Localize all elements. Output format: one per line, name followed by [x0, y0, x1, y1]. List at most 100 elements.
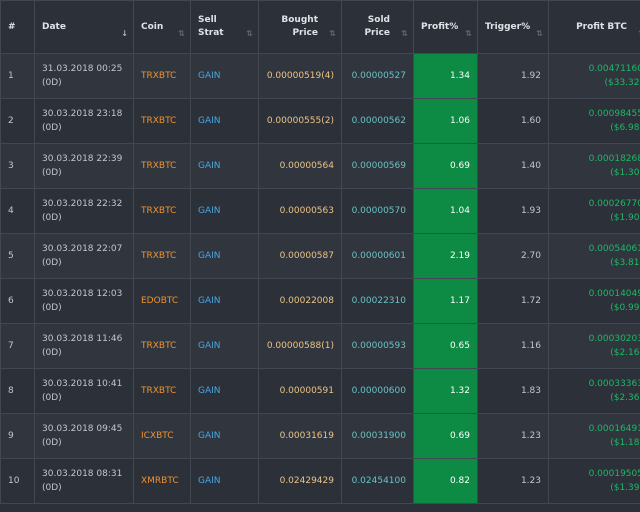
table-row[interactable]: 9 30.03.2018 09:45 (0D) ICXBTC GAIN 0.0003161… [0, 413, 640, 459]
sale-age: (0D) [42, 303, 62, 313]
cell-sell-strat: GAIN [190, 413, 259, 459]
sales-table-body: 1 31.03.2018 00:25 (0D) TRXBTC GAIN 0.0000051… [0, 53, 640, 504]
cell-sell-strat: GAIN [190, 458, 259, 504]
sale-date: 31.03.2018 00:25 [42, 64, 123, 74]
cell-bought-price: 0.00000588(1) [258, 323, 342, 369]
cell-bought-price: 0.00022008 [258, 278, 342, 324]
cell-coin: TRXBTC [133, 98, 191, 144]
cell-bought-price: 0.00000591 [258, 368, 342, 414]
profit-usd-value: ($33.32) [604, 78, 640, 88]
cell-sold-price: 0.00000570 [341, 188, 414, 234]
sort-icon[interactable]: ⇅ [536, 27, 543, 40]
profit-usd-value: ($1.39) [610, 483, 640, 493]
sort-desc-icon[interactable]: ↓ [121, 27, 128, 40]
column-header-profit-btc[interactable]: Profit BTC⇅ [548, 0, 640, 54]
cell-bought-price: 0.00000563 [258, 188, 342, 234]
cell-profit-btc: 0.00014049 ($0.99) [548, 278, 640, 324]
cell-sell-strat: GAIN [190, 233, 259, 279]
cell-bought-price: 0.00000564 [258, 143, 342, 189]
cell-num: 2 [0, 98, 35, 144]
cell-sold-price: 0.00022310 [341, 278, 414, 324]
sort-icon[interactable]: ⇅ [465, 27, 472, 40]
column-header-profit-pct[interactable]: Profit% ⇅ [413, 0, 478, 54]
table-row[interactable]: 5 30.03.2018 22:07 (0D) TRXBTC GAIN 0.0000058… [0, 233, 640, 279]
profit-btc-value: 0.00054061 [588, 244, 640, 254]
sale-date: 30.03.2018 22:32 [42, 199, 123, 209]
column-header-sell-strat[interactable]: Sell Strat ⇅ [190, 0, 259, 54]
cell-sell-strat: GAIN [190, 188, 259, 234]
cell-sold-price: 0.02454100 [341, 458, 414, 504]
cell-date: 30.03.2018 22:32 (0D) [34, 188, 134, 234]
cell-profit-btc: 0.00016491 ($1.18) [548, 413, 640, 459]
cell-coin: TRXBTC [133, 143, 191, 189]
cell-date: 30.03.2018 11:46 (0D) [34, 323, 134, 369]
sale-age: (0D) [42, 483, 62, 493]
profit-usd-value: ($1.90) [610, 213, 640, 223]
sale-date: 30.03.2018 11:46 [42, 334, 123, 344]
cell-profit-pct: 1.04 [413, 188, 478, 234]
table-row[interactable]: 2 30.03.2018 23:18 (0D) TRXBTC GAIN 0.0000055… [0, 98, 640, 144]
column-header-bought-price[interactable]: Bought Price ⇅ [258, 0, 342, 54]
cell-date: 30.03.2018 12:03 (0D) [34, 278, 134, 324]
profit-btc-value: 0.00026770 [588, 199, 640, 209]
profit-btc-value: 0.00014049 [588, 289, 640, 299]
sale-date: 30.03.2018 23:18 [42, 109, 123, 119]
profit-usd-value: ($2.16) [610, 348, 640, 358]
table-row[interactable]: 4 30.03.2018 22:32 (0D) TRXBTC GAIN 0.0000056… [0, 188, 640, 234]
sales-log-view: # Date ↓ Coin ⇅ Sell Strat ⇅ Bought Price ⇅ … [0, 0, 640, 512]
profit-usd-value: ($3.81) [610, 258, 640, 268]
cell-trigger-pct: 1.16 [477, 323, 549, 369]
sale-age: (0D) [42, 78, 62, 88]
sale-age: (0D) [42, 213, 62, 223]
cell-profit-btc: 0.00019505 ($1.39) [548, 458, 640, 504]
profit-btc-value: 0.00019505 [588, 469, 640, 479]
profit-btc-value: 0.00098455 [588, 109, 640, 119]
cell-num: 6 [0, 278, 35, 324]
column-header-num[interactable]: # [0, 0, 35, 54]
header-label: # [8, 21, 16, 32]
sort-icon[interactable]: ⇅ [401, 27, 408, 40]
cell-sell-strat: GAIN [190, 368, 259, 414]
column-header-trigger-pct[interactable]: Trigger% ⇅ [477, 0, 549, 54]
sort-icon[interactable]: ⇅ [246, 27, 253, 40]
cell-trigger-pct: 1.93 [477, 188, 549, 234]
table-header-row: # Date ↓ Coin ⇅ Sell Strat ⇅ Bought Price ⇅ … [0, 0, 640, 54]
sale-date: 30.03.2018 12:03 [42, 289, 123, 299]
table-row[interactable]: 10 30.03.2018 08:31 (0D) XMRBTC GAIN 0.024294… [0, 458, 640, 504]
profit-btc-value: 0.00033363 [588, 379, 640, 389]
cell-num: 5 [0, 233, 35, 279]
cell-profit-btc: 0.00098455 ($6.98) [548, 98, 640, 144]
cell-sold-price: 0.00000601 [341, 233, 414, 279]
cell-date: 30.03.2018 22:39 (0D) [34, 143, 134, 189]
profit-btc-value: 0.00016491 [588, 424, 640, 434]
sort-icon[interactable]: ⇅ [329, 27, 336, 40]
cell-coin: TRXBTC [133, 53, 191, 99]
profit-usd-value: ($6.98) [610, 123, 640, 133]
cell-profit-pct: 1.06 [413, 98, 478, 144]
column-header-date[interactable]: Date ↓ [34, 0, 134, 54]
column-header-coin[interactable]: Coin ⇅ [133, 0, 191, 54]
header-label: Coin [141, 21, 164, 32]
cell-bought-price: 0.00000555(2) [258, 98, 342, 144]
table-row[interactable]: 3 30.03.2018 22:39 (0D) TRXBTC GAIN 0.0000056… [0, 143, 640, 189]
column-header-sold-price[interactable]: Sold Price ⇅ [341, 0, 414, 54]
cell-profit-pct: 1.17 [413, 278, 478, 324]
cell-trigger-pct: 1.23 [477, 413, 549, 459]
cell-num: 3 [0, 143, 35, 189]
table-row[interactable]: 1 31.03.2018 00:25 (0D) TRXBTC GAIN 0.0000051… [0, 53, 640, 99]
cell-sold-price: 0.00000569 [341, 143, 414, 189]
cell-coin: XMRBTC [133, 458, 191, 504]
cell-bought-price: 0.00000587 [258, 233, 342, 279]
table-row[interactable]: 8 30.03.2018 10:41 (0D) TRXBTC GAIN 0.0000059… [0, 368, 640, 414]
cell-profit-btc: 0.00018268 ($1.30) [548, 143, 640, 189]
cell-trigger-pct: 1.83 [477, 368, 549, 414]
sort-icon[interactable]: ⇅ [178, 27, 185, 40]
table-row[interactable]: 6 30.03.2018 12:03 (0D) EDOBTC GAIN 0.0002200… [0, 278, 640, 324]
table-row[interactable]: 7 30.03.2018 11:46 (0D) TRXBTC GAIN 0.0000058… [0, 323, 640, 369]
cell-coin: TRXBTC [133, 323, 191, 369]
cell-coin: TRXBTC [133, 188, 191, 234]
cell-date: 30.03.2018 08:31 (0D) [34, 458, 134, 504]
cell-num: 8 [0, 368, 35, 414]
cell-date: 30.03.2018 09:45 (0D) [34, 413, 134, 459]
sale-age: (0D) [42, 393, 62, 403]
